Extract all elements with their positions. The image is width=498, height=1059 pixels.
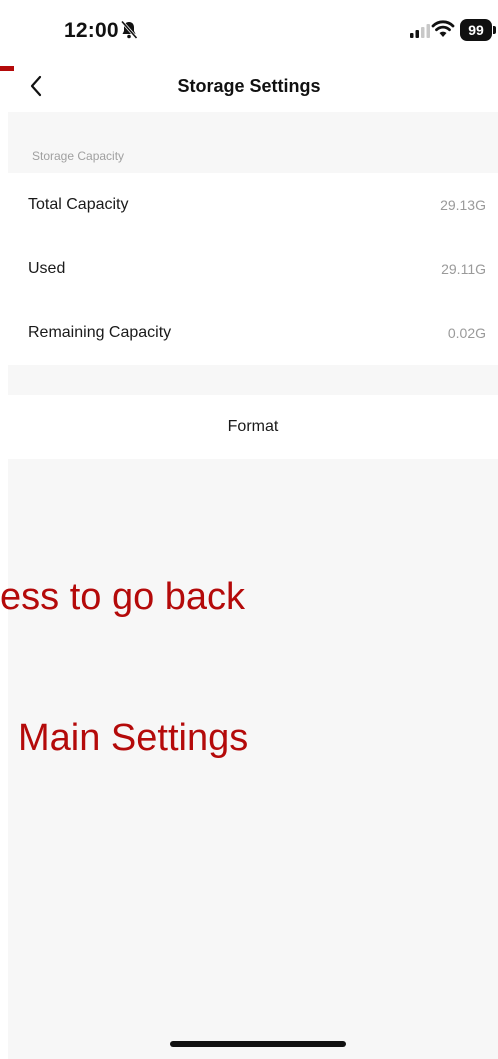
wifi-icon: [431, 19, 455, 44]
annotation-pointer-line: [0, 66, 14, 71]
format-button[interactable]: Format: [8, 395, 498, 459]
row-value: 0.02G: [447, 325, 486, 341]
navigation-bar: Storage Settings: [0, 60, 498, 112]
status-bar: 12:00 99: [0, 0, 498, 60]
row-total-capacity: Total Capacity 29.13G: [8, 173, 498, 237]
battery-tip: [493, 26, 496, 34]
row-label: Remaining Capacity: [28, 324, 172, 341]
status-time: 12:00: [64, 19, 119, 42]
page-title: Storage Settings: [177, 76, 321, 96]
annotation-line-1: ess to go back: [0, 576, 246, 618]
annotation-line-2: Main Settings: [18, 717, 249, 759]
signal-icon: [410, 24, 430, 43]
row-value: 29.13G: [440, 197, 486, 213]
row-label: Used: [28, 260, 66, 277]
battery-icon: 99: [460, 19, 492, 41]
row-value: 29.11G: [441, 261, 486, 277]
row-label: Total Capacity: [28, 196, 129, 213]
storage-capacity-card: Total Capacity 29.13G Used 29.11G Remain…: [8, 173, 498, 365]
section-title-storage-capacity: Storage Capacity: [32, 149, 125, 163]
storage-settings-screen: 12:00 99 Storage Settings Storage Capaci…: [0, 0, 498, 1059]
home-indicator[interactable]: [170, 1041, 346, 1047]
annotation-text: ess to go back Main Settings: [0, 480, 498, 856]
row-remaining-capacity: Remaining Capacity 0.02G: [8, 301, 498, 365]
bell-slash-icon: [120, 20, 138, 45]
row-used: Used 29.11G: [8, 237, 498, 301]
